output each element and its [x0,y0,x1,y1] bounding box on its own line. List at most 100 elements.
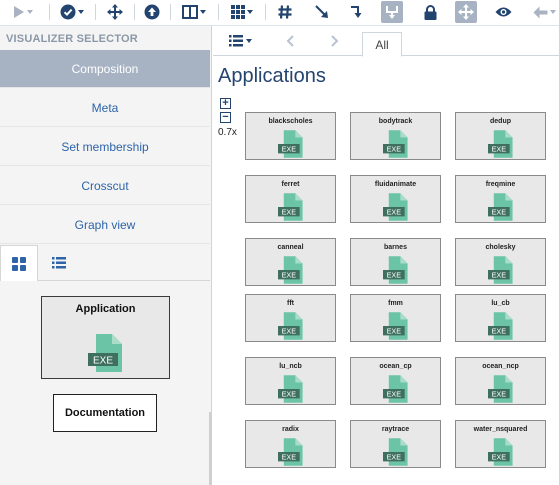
application-node[interactable]: radix EXE [245,420,336,468]
exe-file-icon: EXE [278,375,303,403]
selector-item-set-membership[interactable]: Set membership [0,128,210,166]
hash-button[interactable] [273,1,297,23]
exe-file-icon: EXE [488,130,513,158]
application-node-label: ocean_cp [379,363,412,370]
exe-file-icon: EXE [383,312,408,340]
exe-badge-label: EXE [387,453,402,462]
application-node[interactable]: dedup EXE [455,112,546,160]
left-panel-scrollbar[interactable] [209,412,212,485]
merge-button[interactable] [381,1,403,23]
application-node[interactable]: fft EXE [245,294,336,342]
exe-badge-label: EXE [492,208,507,217]
toolbar [0,0,559,26]
previous-tab-button[interactable] [286,31,294,51]
visualizer-selector-panel: VISUALIZER SELECTOR Composition Meta Set… [0,26,212,485]
exe-file-icon: EXE [278,130,303,158]
toolbar-separator [265,4,266,20]
toolbar-separator [134,4,135,20]
exe-badge-label: EXE [492,145,507,154]
list-menu-button[interactable] [229,31,252,51]
exe-badge-label: EXE [492,327,507,336]
application-node-label: raytrace [381,426,410,433]
application-node[interactable]: blackscholes EXE [245,112,336,160]
arrow-down-right-icon [315,5,328,18]
application-node-label: fft [287,300,294,307]
selector-item-crosscut[interactable]: Crosscut [0,167,210,205]
application-node[interactable]: ferret EXE [245,175,336,223]
application-node[interactable]: ocean_ncp EXE [455,357,546,405]
application-node[interactable]: fmm EXE [350,294,441,342]
eye-button[interactable] [491,1,515,23]
application-node[interactable]: canneal EXE [245,238,336,286]
step-arrow-button[interactable] [345,1,369,23]
hash-icon [278,5,292,19]
arrow-up-circle-icon [144,4,160,20]
application-node-label: barnes [384,244,407,251]
exe-badge-label: EXE [282,453,297,462]
selector-item-meta[interactable]: Meta [0,89,210,127]
exe-file-icon: EXE [278,256,303,284]
play-button[interactable] [8,1,38,23]
application-node[interactable]: fluidanimate EXE [350,175,441,223]
selector-item-composition[interactable]: Composition [0,50,210,88]
page-title: Applications [218,65,326,87]
tab-grid-view[interactable] [0,245,38,281]
application-node-label: cholesky [485,244,516,251]
arrow-down-right-button[interactable] [309,1,335,23]
documentation-card[interactable]: Documentation [53,394,157,432]
application-node[interactable]: water_nsquared EXE [455,420,546,468]
move-button[interactable] [455,1,477,23]
move-arrows-button[interactable] [103,1,127,23]
application-node-label: radix [282,426,299,433]
zoom-in-button[interactable]: + [220,98,231,109]
exe-badge-label: EXE [282,208,297,217]
toolbar-separator [170,4,171,20]
grid-button[interactable] [226,1,258,23]
application-node-label: fluidanimate [374,181,417,188]
back-arrow-icon [533,6,548,18]
next-tab-button[interactable] [331,31,339,51]
application-node-label: blackscholes [268,118,313,125]
eye-icon [495,7,511,17]
exe-badge-label: EXE [387,271,402,280]
application-node-label: fmm [388,300,403,307]
zoom-out-button[interactable]: − [220,112,231,123]
exe-file-icon: EXE [488,193,513,221]
exe-file-icon: EXE [488,312,513,340]
grid-icon [231,5,245,19]
application-node[interactable]: cholesky EXE [455,238,546,286]
application-node[interactable]: bodytrack EXE [350,112,441,160]
exe-badge-label: EXE [492,271,507,280]
exe-file-icon: EXE [383,193,408,221]
composition-view: All Applications + − 0.7x blackscholes EX… [213,26,559,485]
exe-file-icon: EXE [383,130,408,158]
step-arrow-icon [351,6,362,18]
arrow-up-button[interactable] [141,1,163,23]
application-node[interactable]: lu_ncb EXE [245,357,336,405]
application-node-label: lu_cb [491,300,510,307]
application-node[interactable]: raytrace EXE [350,420,441,468]
chevron-right-icon [331,35,339,47]
view-tabs [0,245,210,281]
columns-button[interactable] [179,1,209,23]
exe-badge-label: EXE [93,356,113,367]
tab-all[interactable]: All [362,32,402,57]
exe-file-icon: EXE [488,438,513,466]
application-node-label: ocean_ncp [482,363,519,370]
check-button[interactable] [56,1,88,23]
application-node[interactable]: freqmine EXE [455,175,546,223]
play-icon [14,6,24,18]
panel-title: VISUALIZER SELECTOR [6,33,138,45]
application-node[interactable]: lu_cb EXE [455,294,546,342]
exe-badge-label: EXE [282,145,297,154]
tab-list-view[interactable] [40,245,78,281]
toolbar-separator [49,4,50,20]
lock-button[interactable] [418,1,442,23]
application-node[interactable]: barnes EXE [350,238,441,286]
back-button[interactable] [530,1,559,23]
application-card[interactable]: Application EXE [41,296,170,379]
toolbar-separator [218,4,219,20]
application-node-label: freqmine [485,181,516,188]
application-node[interactable]: ocean_cp EXE [350,357,441,405]
selector-item-graph-view[interactable]: Graph view [0,206,210,244]
